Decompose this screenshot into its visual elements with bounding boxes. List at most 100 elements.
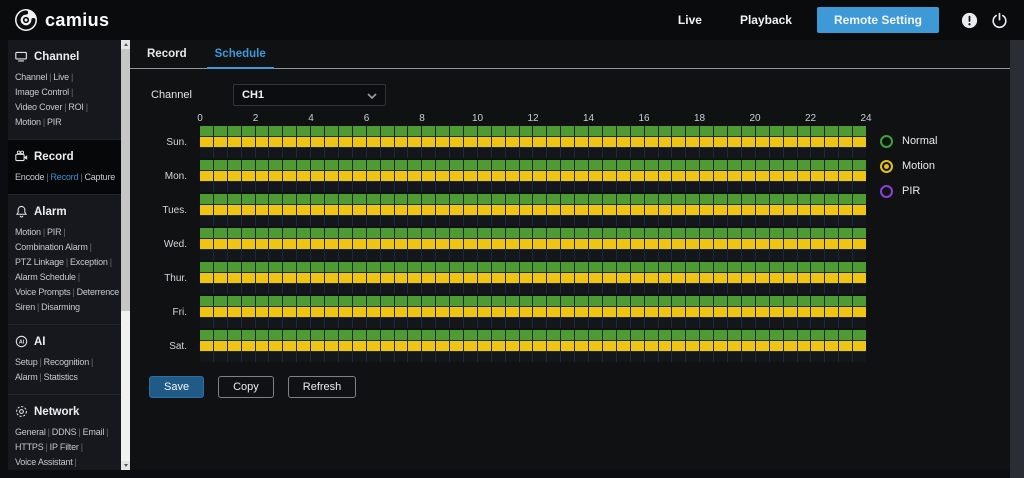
schedule-cell[interactable] (478, 330, 491, 340)
schedule-cell[interactable] (825, 330, 838, 340)
schedule-cell[interactable] (214, 216, 227, 226)
schedule-cell[interactable] (492, 284, 505, 294)
schedule-cell[interactable] (742, 239, 755, 249)
schedule-cell[interactable] (714, 194, 727, 204)
schedule-cell[interactable] (242, 273, 255, 283)
schedule-cell[interactable] (784, 352, 797, 362)
schedule-cell[interactable] (200, 330, 213, 340)
schedule-cell[interactable] (756, 194, 769, 204)
schedule-cell[interactable] (422, 137, 435, 147)
schedule-cell[interactable] (770, 296, 783, 306)
schedule-cell[interactable] (353, 273, 366, 283)
schedule-cell[interactable] (381, 182, 394, 192)
topnav-playback[interactable]: Playback (721, 13, 811, 27)
schedule-cell[interactable] (631, 239, 644, 249)
schedule-cell[interactable] (214, 239, 227, 249)
schedule-cell[interactable] (228, 284, 241, 294)
schedule-cell[interactable] (408, 352, 421, 362)
schedule-cell[interactable] (659, 182, 672, 192)
schedule-cell[interactable] (561, 341, 574, 351)
schedule-cell[interactable] (617, 296, 630, 306)
schedule-cell[interactable] (533, 205, 546, 215)
schedule-cell[interactable] (311, 284, 324, 294)
schedule-cell[interactable] (464, 182, 477, 192)
schedule-cell[interactable] (436, 171, 449, 181)
schedule-cell[interactable] (784, 126, 797, 136)
schedule-cell[interactable] (506, 273, 519, 283)
schedule-cell[interactable] (533, 137, 546, 147)
schedule-cell[interactable] (825, 160, 838, 170)
schedule-cell[interactable] (408, 307, 421, 317)
schedule-cell[interactable] (381, 330, 394, 340)
schedule-cell[interactable] (728, 216, 741, 226)
schedule-cell[interactable] (269, 126, 282, 136)
schedule-cell[interactable] (603, 284, 616, 294)
schedule-cell[interactable] (853, 262, 866, 272)
schedule-cell[interactable] (492, 137, 505, 147)
schedule-cell[interactable] (756, 262, 769, 272)
schedule-cell[interactable] (214, 330, 227, 340)
schedule-cell[interactable] (853, 205, 866, 215)
scroll-up-arrow[interactable] (121, 40, 130, 49)
schedule-cell[interactable] (853, 352, 866, 362)
schedule-cell[interactable] (381, 250, 394, 260)
power-icon[interactable] (991, 12, 1008, 29)
schedule-cell[interactable] (784, 228, 797, 238)
schedule-cell[interactable] (214, 273, 227, 283)
schedule-cell[interactable] (839, 296, 852, 306)
schedule-cell[interactable] (798, 307, 811, 317)
schedule-cell[interactable] (283, 250, 296, 260)
schedule-cell[interactable] (242, 137, 255, 147)
schedule-cell[interactable] (297, 284, 310, 294)
schedule-cell[interactable] (811, 216, 824, 226)
schedule-cell[interactable] (325, 318, 338, 328)
schedule-cell[interactable] (214, 171, 227, 181)
schedule-cell[interactable] (547, 262, 560, 272)
schedule-cell[interactable] (784, 296, 797, 306)
schedule-cell[interactable] (561, 330, 574, 340)
schedule-cell[interactable] (381, 216, 394, 226)
schedule-cell[interactable] (381, 307, 394, 317)
schedule-cell[interactable] (395, 273, 408, 283)
schedule-cell[interactable] (784, 160, 797, 170)
schedule-cell[interactable] (450, 171, 463, 181)
schedule-cell[interactable] (603, 341, 616, 351)
schedule-cell[interactable] (784, 216, 797, 226)
schedule-cell[interactable] (589, 182, 602, 192)
schedule-cell[interactable] (575, 330, 588, 340)
schedule-cell[interactable] (506, 330, 519, 340)
schedule-cell[interactable] (311, 262, 324, 272)
schedule-cell[interactable] (422, 284, 435, 294)
schedule-cell[interactable] (853, 318, 866, 328)
schedule-cell[interactable] (617, 126, 630, 136)
sidebar-link-deterrence[interactable]: Deterrence (77, 287, 120, 297)
schedule-cell[interactable] (714, 284, 727, 294)
schedule-cell[interactable] (631, 160, 644, 170)
schedule-cell[interactable] (617, 341, 630, 351)
schedule-cell[interactable] (811, 126, 824, 136)
schedule-cell[interactable] (589, 205, 602, 215)
schedule-cell[interactable] (269, 148, 282, 158)
schedule-cell[interactable] (839, 273, 852, 283)
schedule-cell[interactable] (561, 126, 574, 136)
schedule-cell[interactable] (478, 194, 491, 204)
schedule-cell[interactable] (672, 182, 685, 192)
schedule-cell[interactable] (464, 284, 477, 294)
schedule-cell[interactable] (700, 296, 713, 306)
schedule-cell[interactable] (798, 318, 811, 328)
schedule-cell[interactable] (422, 273, 435, 283)
schedule-cell[interactable] (506, 352, 519, 362)
schedule-cell[interactable] (422, 205, 435, 215)
schedule-cell[interactable] (798, 239, 811, 249)
schedule-cell[interactable] (242, 126, 255, 136)
schedule-cell[interactable] (242, 341, 255, 351)
schedule-cell[interactable] (839, 330, 852, 340)
schedule-cell[interactable] (297, 137, 310, 147)
schedule-cell[interactable] (700, 239, 713, 249)
schedule-cell[interactable] (422, 182, 435, 192)
schedule-cell[interactable] (603, 137, 616, 147)
schedule-cell[interactable] (533, 216, 546, 226)
schedule-cell[interactable] (617, 330, 630, 340)
schedule-cell[interactable] (561, 262, 574, 272)
schedule-cell[interactable] (700, 284, 713, 294)
